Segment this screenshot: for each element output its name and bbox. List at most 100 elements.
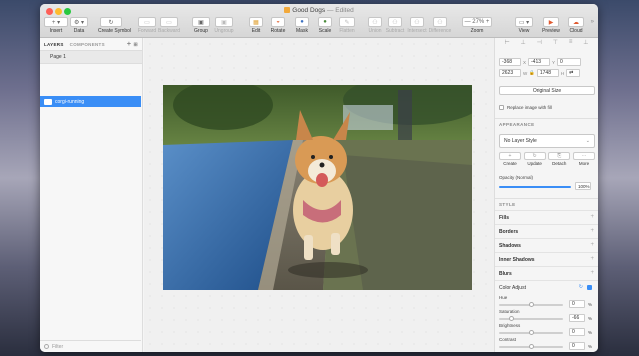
saturation-field[interactable]: -66 bbox=[569, 314, 585, 322]
edit-icon[interactable]: ▦ bbox=[249, 17, 263, 27]
align-left-icon[interactable]: ⊢ bbox=[504, 39, 509, 46]
view-icon[interactable]: ▭ ▾ bbox=[515, 17, 533, 27]
brightness-slider[interactable] bbox=[499, 330, 563, 335]
contrast-field[interactable]: 0 bbox=[569, 342, 585, 350]
union-icon[interactable]: ⚇ bbox=[368, 17, 382, 27]
opacity-slider[interactable] bbox=[499, 186, 571, 188]
toolbar-item-flatten[interactable]: ✎ Flatten bbox=[334, 17, 360, 37]
brightness-field[interactable]: 0 bbox=[569, 328, 585, 336]
filter-bar[interactable]: Filter bbox=[40, 340, 141, 352]
update-style-button[interactable]: ↻ Update bbox=[523, 152, 546, 166]
mask-icon[interactable]: ● bbox=[295, 17, 309, 27]
inner-shadows-section[interactable]: Inner Shadows + bbox=[495, 252, 598, 266]
align-top-icon[interactable]: ⊤ bbox=[553, 39, 558, 46]
group-icon[interactable]: ▣ bbox=[192, 17, 210, 27]
replace-image-checkbox[interactable] bbox=[499, 105, 504, 110]
opacity-field[interactable]: 100% bbox=[575, 182, 591, 190]
align-center-icon[interactable]: ⊥ bbox=[521, 39, 526, 46]
align-middle-icon[interactable]: ≡ bbox=[569, 39, 573, 45]
tab-components[interactable]: COMPONENTS bbox=[70, 42, 105, 47]
saturation-slider[interactable] bbox=[499, 316, 563, 321]
sidebar-options-icon[interactable]: ⊞ bbox=[134, 42, 139, 48]
x-field[interactable]: -368 bbox=[499, 58, 521, 66]
corgi-running-image[interactable] bbox=[163, 85, 472, 290]
add-blur-icon[interactable]: + bbox=[590, 270, 594, 276]
preview-icon[interactable]: ▶ bbox=[543, 17, 559, 27]
align-bottom-icon[interactable]: ⊥ bbox=[583, 39, 588, 46]
saturation-knob[interactable] bbox=[509, 316, 514, 321]
y-label: Y bbox=[552, 59, 556, 65]
scale-icon[interactable]: ● bbox=[318, 17, 332, 27]
rotate-icon[interactable]: ◒ bbox=[271, 17, 285, 27]
difference-icon[interactable]: ⚇ bbox=[433, 17, 447, 27]
toolbar-item-create-symbol[interactable]: ↻ Create Symbol bbox=[98, 17, 131, 37]
toolbar-item-ungroup[interactable]: ▣ Ungroup bbox=[211, 17, 237, 37]
x-label: X bbox=[523, 59, 527, 65]
contrast-unit: % bbox=[588, 344, 593, 349]
toolbar-item-backward[interactable]: ▭ Backward bbox=[156, 17, 182, 37]
cloud-icon[interactable]: ☁ bbox=[568, 17, 584, 27]
toolbar-overflow-icon[interactable]: » bbox=[591, 19, 594, 25]
brightness-knob[interactable] bbox=[529, 330, 534, 335]
sidebar-tabs: LAYERS COMPONENTS + ⊞ bbox=[40, 38, 142, 50]
align-right-icon[interactable]: ⊣ bbox=[537, 39, 542, 46]
create-style-button[interactable]: + Create bbox=[499, 152, 521, 166]
contrast-knob[interactable] bbox=[529, 344, 534, 349]
color-adjust-checkbox[interactable] bbox=[587, 285, 592, 290]
height-field[interactable]: 1748 bbox=[536, 69, 559, 77]
hue-slider[interactable] bbox=[499, 302, 563, 307]
ungroup-icon[interactable]: ▣ bbox=[215, 17, 233, 27]
toolbar-item-difference[interactable]: ⚇ Difference bbox=[427, 17, 453, 37]
flatten-icon[interactable]: ✎ bbox=[339, 17, 355, 27]
add-fill-icon[interactable]: + bbox=[590, 214, 594, 220]
detach-style-button[interactable]: ⎘ Detach bbox=[548, 152, 571, 166]
add-inner-shadow-icon[interactable]: + bbox=[590, 256, 594, 262]
toolbar-item-cloud[interactable]: ☁ Cloud bbox=[563, 17, 589, 37]
insert-icon[interactable]: + ▾ bbox=[44, 17, 68, 27]
original-size-button[interactable]: Original Size bbox=[499, 86, 595, 95]
toolbar-item-data[interactable]: ⚙ ▾ Data bbox=[66, 17, 92, 37]
toolbar-item-rotate[interactable]: ◒ Rotate bbox=[265, 17, 291, 37]
add-shadow-icon[interactable]: + bbox=[590, 242, 594, 248]
create-symbol-icon[interactable]: ↻ bbox=[100, 17, 122, 27]
add-page-icon[interactable]: + bbox=[127, 41, 131, 48]
contrast-slider[interactable] bbox=[499, 344, 563, 349]
add-border-icon[interactable]: + bbox=[590, 228, 594, 234]
layer-item-corgi-running[interactable]: corgi-running bbox=[40, 96, 141, 107]
borders-section[interactable]: Borders + bbox=[495, 224, 598, 238]
blurs-section[interactable]: Blurs + bbox=[495, 266, 598, 280]
y-field[interactable]: -413 bbox=[528, 58, 551, 66]
saturation-label: Saturation bbox=[499, 309, 520, 314]
fills-section[interactable]: Fills + bbox=[495, 210, 598, 224]
layer-style-dropdown[interactable]: No Layer Style ⌄ bbox=[499, 134, 595, 148]
hue-knob[interactable] bbox=[529, 302, 534, 307]
toolbar-label: Rotate bbox=[270, 28, 286, 34]
opacity-label[interactable]: Opacity (Normal) bbox=[499, 175, 533, 180]
toolbar-item-view[interactable]: ▭ ▾ View bbox=[511, 17, 537, 37]
toolbar-item-zoom[interactable]: — 27% + Zoom bbox=[462, 17, 492, 37]
canvas[interactable] bbox=[144, 38, 494, 352]
filter-input[interactable]: Filter bbox=[52, 344, 63, 350]
zoom-icon[interactable]: — 27% + bbox=[462, 17, 492, 27]
tab-layers[interactable]: LAYERS bbox=[44, 42, 64, 47]
toolbar-label: View bbox=[518, 28, 530, 34]
image-layer-icon bbox=[44, 98, 52, 105]
size-row: 2623 W 🔒 1748 H ⇄ bbox=[499, 69, 581, 77]
more-style-button[interactable]: ··· More bbox=[572, 152, 595, 166]
data-icon[interactable]: ⚙ ▾ bbox=[70, 17, 88, 27]
flip-control[interactable]: ⇄ bbox=[566, 69, 581, 77]
page-list-item[interactable]: Page 1 bbox=[40, 50, 142, 64]
shadows-section[interactable]: Shadows + bbox=[495, 238, 598, 252]
lock-ratio-icon[interactable]: 🔒 bbox=[529, 70, 535, 76]
width-field[interactable]: 2623 bbox=[499, 69, 521, 77]
toolbar-item-preview[interactable]: ▶ Preview bbox=[538, 17, 564, 37]
rotation-field[interactable]: 0 bbox=[557, 58, 582, 66]
color-adjust-section[interactable]: Color Adjust ↻ bbox=[495, 280, 598, 294]
hue-field[interactable]: 0 bbox=[569, 300, 585, 308]
reset-icon[interactable]: ↻ bbox=[579, 284, 583, 290]
replace-image-row[interactable]: Replace image with fill bbox=[499, 105, 552, 110]
subtract-icon[interactable]: ⚇ bbox=[388, 17, 402, 27]
forward-icon[interactable]: ▭ bbox=[138, 17, 156, 27]
backward-icon[interactable]: ▭ bbox=[160, 17, 178, 27]
intersect-icon[interactable]: ⚇ bbox=[410, 17, 424, 27]
